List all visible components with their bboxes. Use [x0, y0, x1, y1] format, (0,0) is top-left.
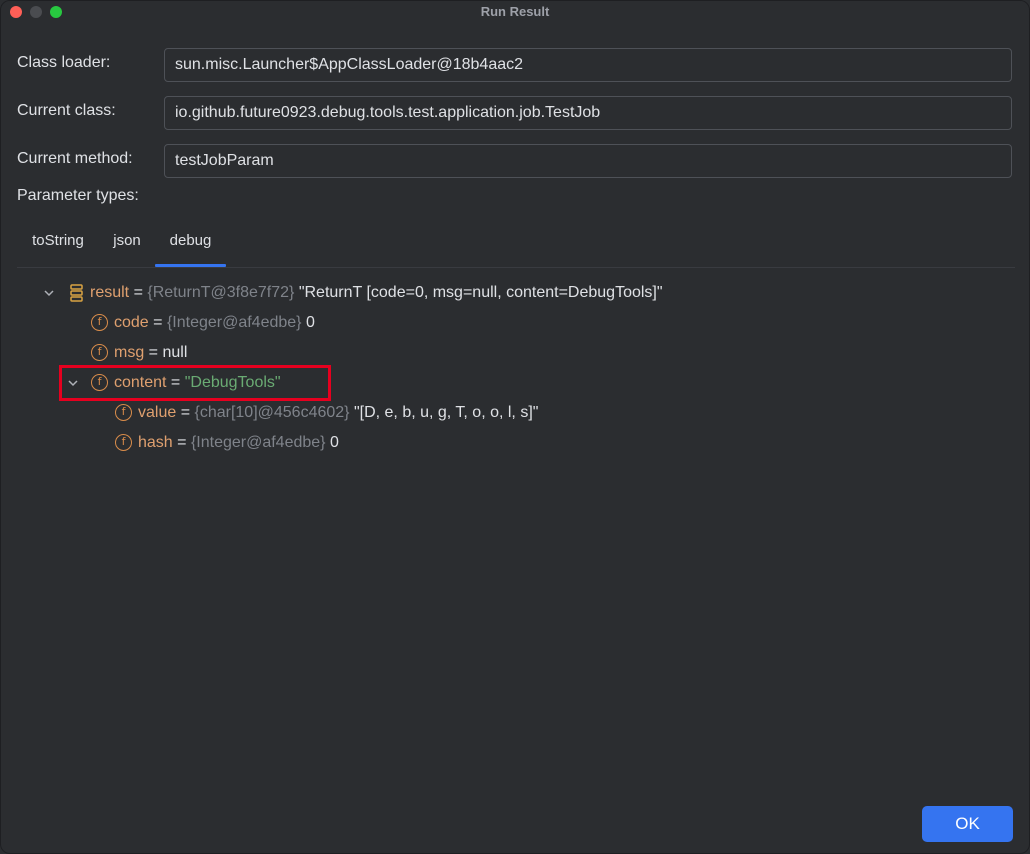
tab-json[interactable]: json: [104, 227, 150, 267]
node-value: null: [162, 344, 188, 361]
node-type: {ReturnT@3f8e7f72}: [147, 284, 295, 301]
list-icon: [69, 283, 85, 303]
node-value: 0: [325, 434, 339, 451]
node-type: {char[10]@456c4602}: [194, 404, 350, 421]
node-eq: =: [144, 344, 163, 361]
class-loader-field[interactable]: [164, 48, 1012, 82]
ok-button[interactable]: OK: [922, 806, 1013, 842]
node-value: "[D, e, b, u, g, T, o, o, l, s]": [349, 404, 539, 421]
node-eq: =: [148, 314, 167, 331]
field-icon: f: [115, 404, 132, 421]
field-icon: f: [91, 344, 108, 361]
field-icon: f: [91, 314, 108, 331]
node-name: value: [138, 404, 177, 421]
current-method-label: Current method:: [17, 150, 133, 167]
current-class-field[interactable]: [164, 96, 1012, 130]
chevron-down-icon[interactable]: [43, 287, 55, 299]
run-result-dialog: Run Result Class loader: Current class: …: [0, 0, 1030, 854]
window-title: Run Result: [480, 4, 550, 19]
node-eq: =: [176, 404, 195, 421]
node-eq: =: [172, 434, 191, 451]
parameter-types-label: Parameter types:: [17, 187, 139, 204]
node-eq: =: [129, 284, 148, 301]
tab-tostring[interactable]: toString: [17, 227, 99, 267]
node-value: "ReturnT [code=0, msg=null, content=Debu…: [294, 284, 663, 301]
node-name: code: [114, 314, 149, 331]
tabs-divider: [17, 267, 1015, 268]
node-type: {Integer@af4edbe}: [190, 434, 326, 451]
current-method-field[interactable]: [164, 144, 1012, 178]
tab-debug[interactable]: debug: [155, 227, 226, 267]
node-name: hash: [138, 434, 173, 451]
field-icon: f: [115, 434, 132, 451]
node-name: msg: [114, 344, 145, 361]
current-class-label: Current class:: [17, 102, 116, 119]
node-value: 0: [301, 314, 315, 331]
node-name: result: [90, 284, 130, 301]
class-loader-label: Class loader:: [17, 54, 111, 71]
highlight-box: [59, 365, 331, 401]
node-type: {Integer@af4edbe}: [166, 314, 302, 331]
title-bar: Run Result: [1, 1, 1029, 23]
